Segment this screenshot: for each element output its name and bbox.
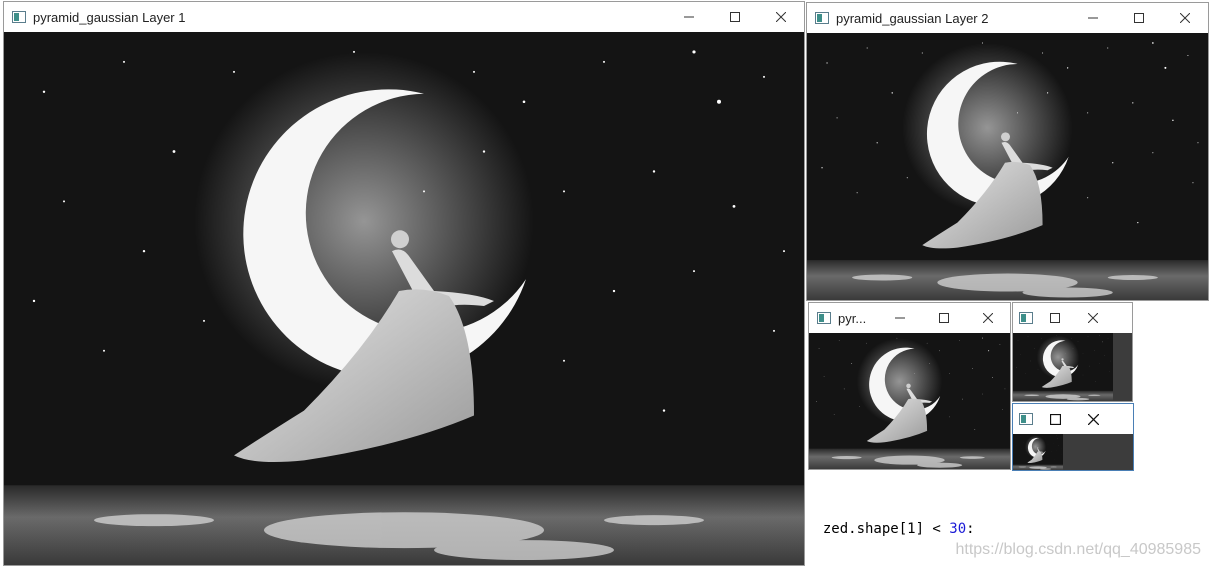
image-view xyxy=(807,33,1208,300)
code-suffix: : xyxy=(966,521,975,537)
maximize-icon xyxy=(1134,13,1144,23)
app-icon xyxy=(12,11,26,23)
code-line: zed.shape[1] < 30: xyxy=(806,505,975,537)
window-title: pyramid_gaussian Layer 2 xyxy=(836,10,989,26)
window-layer-2[interactable]: pyramid_gaussian Layer 2 xyxy=(806,2,1209,301)
pyramid-image xyxy=(4,32,804,565)
close-button[interactable] xyxy=(758,2,804,32)
titlebar[interactable] xyxy=(1013,404,1133,434)
close-button[interactable] xyxy=(966,303,1010,333)
watermark: https://blog.csdn.net/qq_40985985 xyxy=(955,541,1201,558)
image-view xyxy=(1013,434,1133,470)
minimize-button[interactable] xyxy=(666,2,712,32)
maximize-button[interactable] xyxy=(712,2,758,32)
minimize-icon xyxy=(895,317,905,319)
maximize-icon xyxy=(730,12,740,22)
close-button[interactable] xyxy=(1070,404,1116,434)
close-icon xyxy=(776,12,786,22)
window-title: pyramid_gaussian Layer 1 xyxy=(33,9,186,25)
close-icon xyxy=(1088,313,1098,323)
minimize-icon xyxy=(684,16,694,18)
image-view xyxy=(809,333,1010,469)
maximize-button[interactable] xyxy=(1116,3,1162,33)
window-layer-4[interactable] xyxy=(1012,302,1133,402)
titlebar[interactable] xyxy=(1013,303,1132,333)
pyramid-image xyxy=(807,33,1208,300)
window-title: pyr... xyxy=(838,310,867,326)
minimize-button[interactable] xyxy=(878,303,922,333)
close-icon xyxy=(983,313,993,323)
pyramid-image xyxy=(1013,434,1063,470)
maximize-icon xyxy=(939,313,949,323)
app-icon xyxy=(815,12,829,24)
window-layer-3[interactable]: pyr... xyxy=(808,302,1011,470)
window-layer-5[interactable] xyxy=(1012,403,1134,471)
pyramid-image xyxy=(1013,333,1113,401)
close-icon xyxy=(1087,413,1099,425)
pyramid-image xyxy=(809,333,1010,469)
maximize-button[interactable] xyxy=(922,303,966,333)
image-view xyxy=(1013,333,1132,401)
maximize-button[interactable] xyxy=(1040,404,1070,434)
maximize-button[interactable] xyxy=(1040,303,1070,333)
close-button[interactable] xyxy=(1162,3,1208,33)
app-icon xyxy=(1019,413,1033,425)
titlebar[interactable]: pyramid_gaussian Layer 2 xyxy=(807,3,1208,33)
empty-area xyxy=(1113,333,1132,401)
minimize-button[interactable] xyxy=(1070,3,1116,33)
code-text: zed.shape[1] < xyxy=(822,521,950,537)
minimize-icon xyxy=(1088,17,1098,19)
titlebar[interactable]: pyramid_gaussian Layer 1 xyxy=(4,2,804,32)
close-icon xyxy=(1180,13,1190,23)
code-number: 30 xyxy=(949,521,967,537)
image-view xyxy=(4,32,804,565)
titlebar[interactable]: pyr... xyxy=(809,303,1010,333)
maximize-icon xyxy=(1050,313,1060,323)
maximize-icon xyxy=(1049,413,1061,425)
window-layer-1[interactable]: pyramid_gaussian Layer 1 xyxy=(3,1,805,566)
app-icon xyxy=(817,312,831,324)
app-icon xyxy=(1019,312,1033,324)
close-button[interactable] xyxy=(1070,303,1116,333)
